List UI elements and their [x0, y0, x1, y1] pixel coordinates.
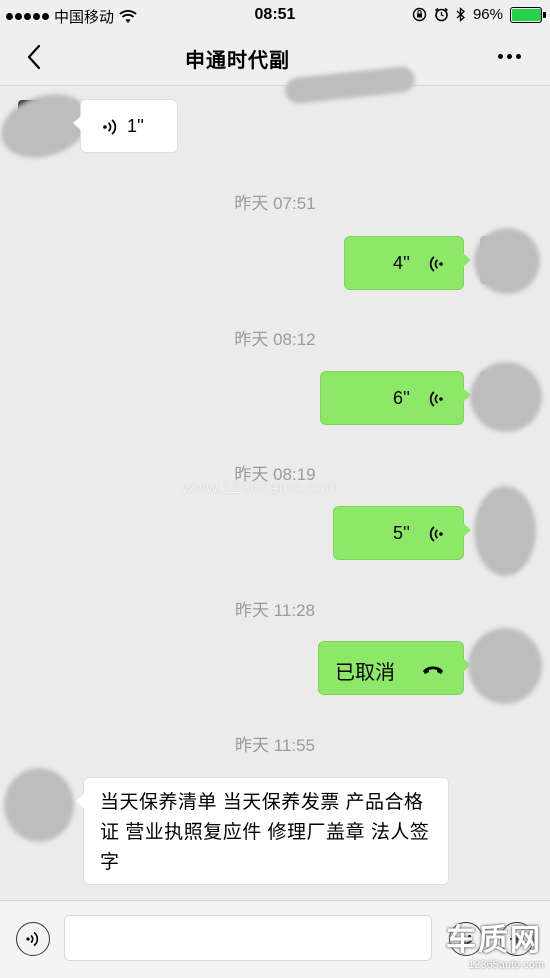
redaction-mark	[474, 228, 540, 294]
bluetooth-icon	[456, 7, 465, 22]
site-logo: 车质网	[446, 924, 542, 957]
status-right: 96%	[412, 6, 546, 23]
more-options-button[interactable]	[492, 44, 526, 68]
voice-message-bubble[interactable]: 5''	[333, 506, 471, 560]
voice-duration: 4''	[393, 253, 410, 273]
voice-wave-icon	[429, 526, 443, 542]
timestamp: 昨天 11:55	[234, 736, 315, 755]
redaction-mark	[283, 65, 417, 105]
nav-bar: 申通时代副	[0, 30, 550, 105]
redaction-mark	[470, 362, 542, 432]
rotation-lock-icon	[412, 7, 427, 22]
phone-hangup-icon	[423, 666, 443, 674]
voice-duration: 5''	[393, 523, 410, 543]
timestamp: 昨天 07:51	[234, 194, 316, 213]
back-button[interactable]	[20, 42, 50, 72]
redaction-mark	[468, 628, 542, 704]
call-status-text: 已取消	[335, 662, 395, 684]
battery-icon	[510, 6, 546, 23]
battery-percent: 96%	[472, 6, 503, 23]
site-logo-url: 12365auto.com	[468, 959, 544, 971]
message-input[interactable]	[64, 915, 432, 961]
voice-duration: 1''	[127, 116, 144, 136]
voice-wave-icon	[103, 119, 117, 135]
voice-message-bubble[interactable]: 6''	[320, 371, 471, 425]
voice-message-bubble[interactable]: 1''	[73, 99, 178, 153]
voice-wave-icon	[429, 256, 443, 272]
chat-title: 申通时代副	[185, 50, 290, 72]
voice-message-bubble[interactable]: 4''	[344, 236, 471, 290]
redaction-mark	[4, 768, 74, 842]
status-bar: 中国移动 08:51 96%	[0, 0, 550, 30]
text-message-bubble[interactable]: 当天保养清单 当天保养发票 产品合格证 营业执照复应件 修理厂盖章 法人签字	[76, 777, 449, 885]
timestamp: 昨天 11:28	[234, 601, 315, 620]
voice-wave-icon	[429, 391, 443, 407]
voice-mode-button[interactable]	[16, 922, 50, 956]
redaction-mark	[474, 486, 536, 576]
voice-duration: 6''	[393, 388, 410, 408]
timestamp: 昨天 08:12	[234, 330, 316, 349]
site-watermark: www.12365auto.com	[182, 480, 340, 497]
alarm-icon	[434, 7, 448, 22]
voice-mode-icon	[26, 931, 39, 946]
battery-level	[512, 8, 541, 21]
message-text: 当天保养清单 当天保养发票 产品合格证 营业执照复应件 修理厂盖章 法人签字	[100, 792, 430, 873]
call-message-bubble[interactable]: 已取消	[318, 641, 471, 695]
